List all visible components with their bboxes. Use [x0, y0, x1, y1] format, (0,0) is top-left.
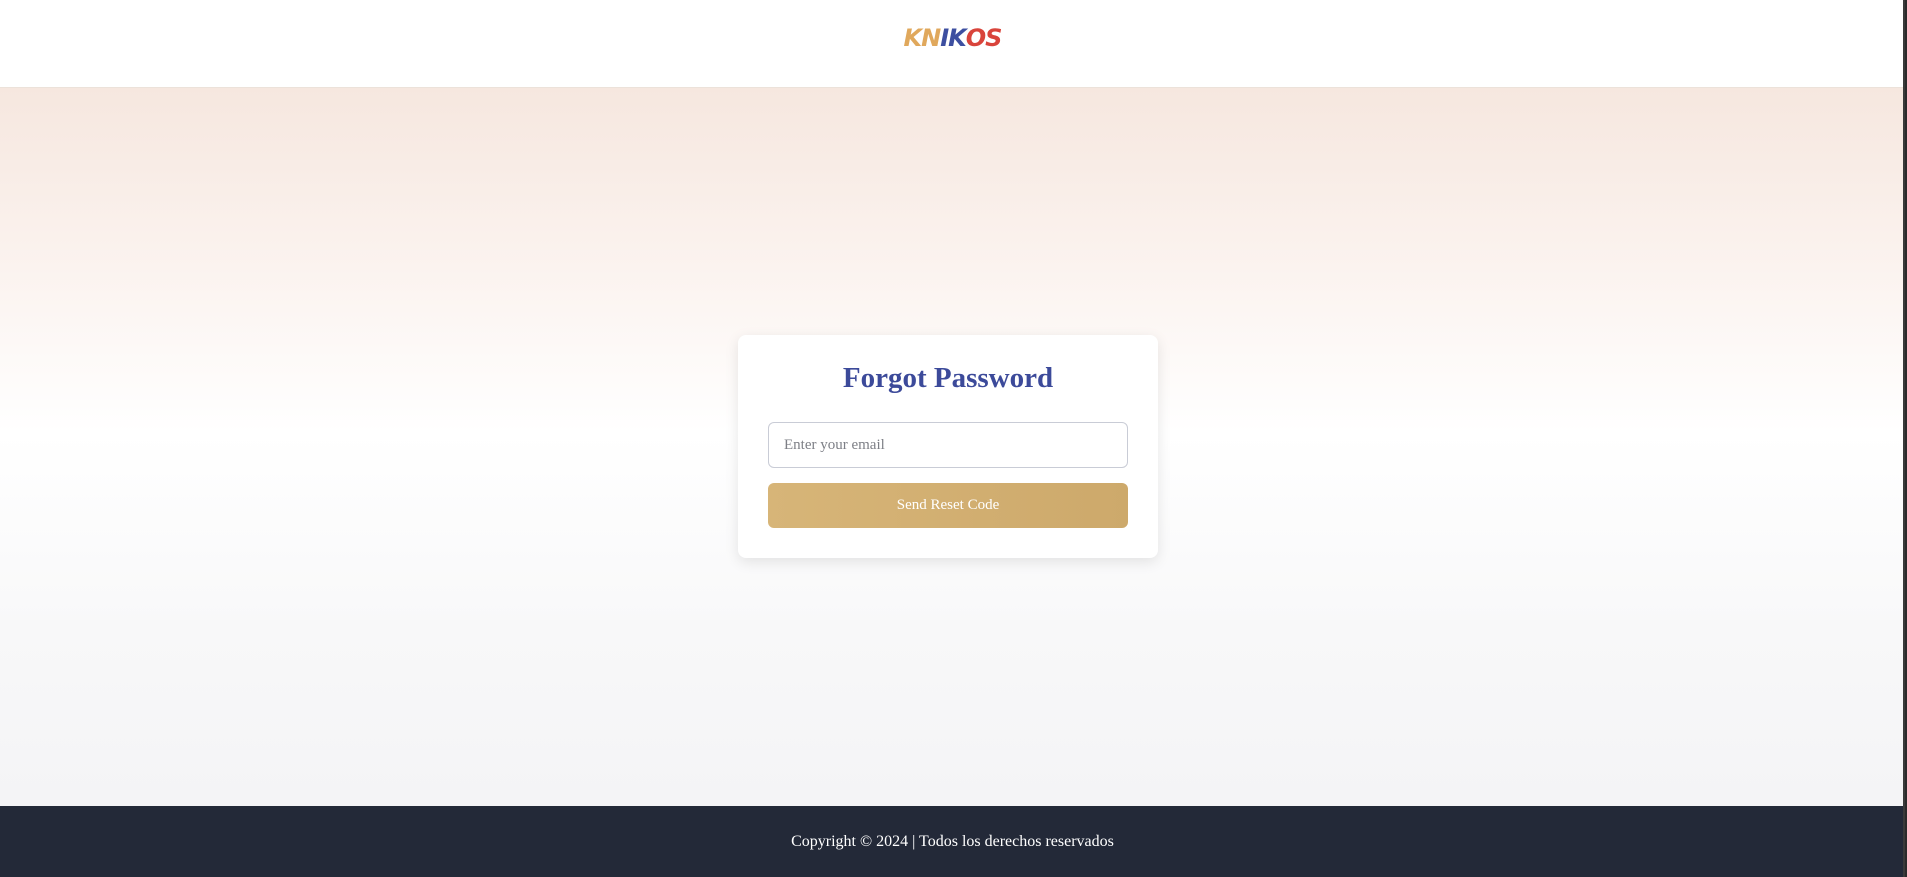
- logo-letter: K: [948, 23, 967, 52]
- main-content: Forgot Password Send Reset Code: [0, 88, 1905, 806]
- brand-logo[interactable]: K N I K O S: [903, 23, 1003, 52]
- logo-letter: K: [903, 23, 923, 52]
- send-reset-code-button[interactable]: Send Reset Code: [768, 483, 1128, 528]
- forgot-password-card: Forgot Password Send Reset Code: [738, 335, 1158, 558]
- logo-letter: S: [985, 23, 1002, 52]
- top-header: K N I K O S: [0, 0, 1905, 88]
- logo-letter: I: [940, 23, 949, 52]
- page: K N I K O S Forgot Password Send Reset C…: [0, 0, 1905, 877]
- footer: Copyright © 2024 | Todos los derechos re…: [0, 806, 1905, 877]
- email-field[interactable]: [768, 422, 1128, 468]
- copyright-text: Copyright © 2024 | Todos los derechos re…: [791, 832, 1114, 850]
- window-edge: [1903, 0, 1905, 877]
- card-title: Forgot Password: [842, 362, 1054, 394]
- logo-letter: O: [965, 23, 986, 52]
- logo-letter: N: [921, 23, 941, 52]
